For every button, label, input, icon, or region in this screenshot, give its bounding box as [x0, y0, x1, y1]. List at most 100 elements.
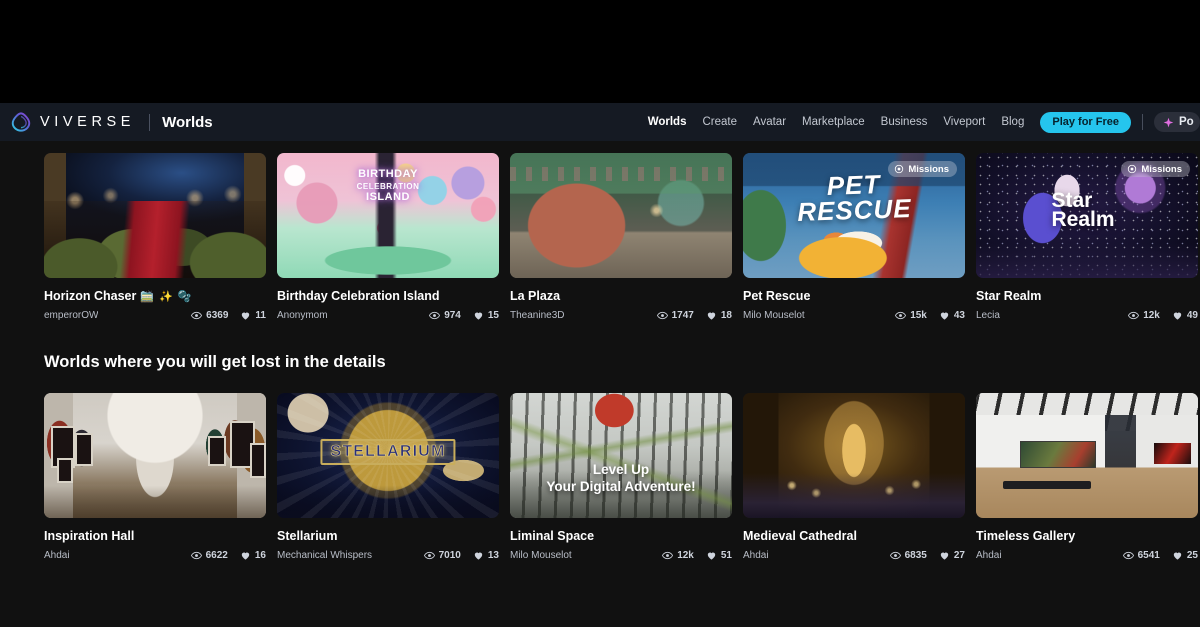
likes-stat: 16 — [240, 550, 266, 561]
world-thumbnail[interactable]: PET RESCUE Missions — [743, 153, 965, 278]
views-stat: 1747 — [656, 310, 694, 321]
views-count: 6835 — [904, 550, 927, 561]
world-card[interactable]: La Plaza Theanine3D 1747 18 — [510, 153, 732, 321]
world-thumbnail[interactable]: Star Realm Missions — [976, 153, 1198, 278]
world-title-row: Medieval Cathedral — [743, 529, 965, 543]
views-stat: 12k — [662, 550, 694, 561]
world-author: Lecia — [976, 310, 1000, 321]
world-thumbnail[interactable] — [743, 393, 965, 518]
views-stat: 12k — [1128, 310, 1160, 321]
missions-badge: Missions — [1121, 161, 1190, 177]
eye-icon — [1122, 551, 1134, 560]
card-row-featured: Horizon Chaser 🚞 ✨ 🫧 emperorOW 6369 11 BIRTHD… — [44, 153, 1200, 321]
points-button[interactable]: Po — [1154, 112, 1200, 132]
brand-area[interactable]: VIVERSE — [0, 111, 135, 133]
views-stat: 6541 — [1122, 550, 1160, 561]
views-count: 12k — [1143, 310, 1160, 321]
world-card[interactable]: Star Realm Missions Star Realm Lecia 12k 49 — [976, 153, 1198, 321]
missions-badge: Missions — [888, 161, 957, 177]
thumb-detail — [1002, 480, 1092, 490]
nav-item-avatar[interactable]: Avatar — [753, 116, 786, 128]
likes-stat: 25 — [1172, 550, 1198, 561]
likes-count: 16 — [254, 550, 266, 561]
world-thumbnail[interactable]: STELLARIUM — [277, 393, 499, 518]
nav-item-business[interactable]: Business — [881, 116, 928, 128]
world-author: Milo Mouselot — [510, 550, 572, 561]
world-title-emoji: 🚞 ✨ 🫧 — [140, 290, 193, 303]
thumb-detail — [250, 443, 266, 478]
world-thumbnail[interactable] — [44, 153, 266, 278]
world-title: Inspiration Hall — [44, 529, 135, 543]
world-thumbnail[interactable]: Level Up Your Digital Adventure! — [510, 393, 732, 518]
views-stat: 6622 — [190, 550, 228, 561]
world-card[interactable]: PET RESCUE Missions Pet Rescue Milo Mouselot… — [743, 153, 965, 321]
likes-stat: 49 — [1172, 310, 1198, 321]
world-author: Ahdai — [44, 550, 70, 561]
world-card[interactable]: Medieval Cathedral Ahdai 6835 27 — [743, 393, 965, 561]
heart-icon — [241, 552, 250, 560]
page-root: VIVERSE Worlds Worlds Create Avatar Mark… — [0, 0, 1200, 627]
world-meta-row: Mechanical Whispers 7010 13 — [277, 550, 499, 561]
page-body: Horizon Chaser 🚞 ✨ 🫧 emperorOW 6369 11 BIRTHD… — [0, 141, 1200, 627]
world-thumbnail[interactable] — [510, 153, 732, 278]
likes-count: 43 — [953, 310, 965, 321]
world-card[interactable]: Inspiration Hall Ahdai 6622 16 — [44, 393, 266, 561]
world-card[interactable]: BIRTHDAY CELEBRATION ISLAND Birthday Celebr… — [277, 153, 499, 321]
sparkle-icon — [1163, 117, 1174, 127]
brand-divider — [149, 113, 151, 131]
nav-divider — [1142, 114, 1143, 130]
world-title-row: Horizon Chaser 🚞 ✨ 🫧 — [44, 289, 266, 303]
likes-stat: 43 — [939, 310, 965, 321]
world-stats: 974 15 — [429, 310, 499, 321]
likes-count: 11 — [255, 310, 266, 321]
world-title: Star Realm — [976, 289, 1042, 303]
likes-stat: 27 — [939, 550, 965, 561]
world-card[interactable]: Level Up Your Digital Adventure! Liminal S… — [510, 393, 732, 561]
views-count: 1747 — [671, 310, 694, 321]
thumb-detail — [1020, 440, 1096, 468]
play-for-free-button[interactable]: Play for Free — [1040, 111, 1131, 133]
world-author: emperorOW — [44, 310, 99, 321]
nav-item-worlds[interactable]: Worlds — [648, 116, 687, 128]
eye-icon — [429, 311, 441, 320]
world-author: Ahdai — [743, 550, 769, 561]
world-title: Birthday Celebration Island — [277, 289, 440, 303]
world-stats: 15k 43 — [895, 310, 965, 321]
world-stats: 6835 27 — [889, 550, 965, 561]
world-author: Anonymom — [277, 310, 328, 321]
likes-count: 18 — [720, 310, 732, 321]
likes-stat: 15 — [473, 310, 499, 321]
heart-icon — [940, 312, 949, 320]
thumb-detail — [75, 433, 93, 466]
brand-wordmark: VIVERSE — [40, 114, 136, 130]
views-count: 12k — [677, 550, 694, 561]
world-thumbnail[interactable]: BIRTHDAY CELEBRATION ISLAND — [277, 153, 499, 278]
world-thumbnail[interactable] — [44, 393, 266, 518]
views-stat: 6369 — [191, 310, 228, 321]
views-stat: 6835 — [889, 550, 927, 561]
world-thumbnail[interactable] — [976, 393, 1198, 518]
eye-icon — [895, 311, 907, 320]
world-meta-row: Theanine3D 1747 18 — [510, 310, 732, 321]
world-card[interactable]: Horizon Chaser 🚞 ✨ 🫧 emperorOW 6369 11 — [44, 153, 266, 321]
card-row-details: Inspiration Hall Ahdai 6622 16 STELLARIUM Ste… — [44, 393, 1200, 561]
world-stats: 6622 16 — [190, 550, 266, 561]
world-title: Medieval Cathedral — [743, 529, 857, 543]
nav-item-viveport[interactable]: Viveport — [943, 116, 985, 128]
world-title-row: Timeless Gallery — [976, 529, 1198, 543]
page-title: Worlds — [162, 113, 213, 131]
nav-item-blog[interactable]: Blog — [1001, 116, 1024, 128]
world-title-row: Birthday Celebration Island — [277, 289, 499, 303]
thumb-overlay-text: Star Realm — [1051, 188, 1115, 232]
nav-item-create[interactable]: Create — [702, 116, 737, 128]
views-stat: 7010 — [423, 550, 461, 561]
world-card[interactable]: Timeless Gallery Ahdai 6541 25 — [976, 393, 1198, 561]
thumb-detail — [1153, 443, 1192, 465]
world-stats: 12k 49 — [1128, 310, 1198, 321]
world-card[interactable]: STELLARIUM Stellarium Mechanical Whispers 7… — [277, 393, 499, 561]
eye-icon — [662, 551, 674, 560]
views-stat: 974 — [429, 310, 461, 321]
eye-icon — [1128, 311, 1140, 320]
world-title-row: Star Realm — [976, 289, 1198, 303]
nav-item-marketplace[interactable]: Marketplace — [802, 116, 865, 128]
